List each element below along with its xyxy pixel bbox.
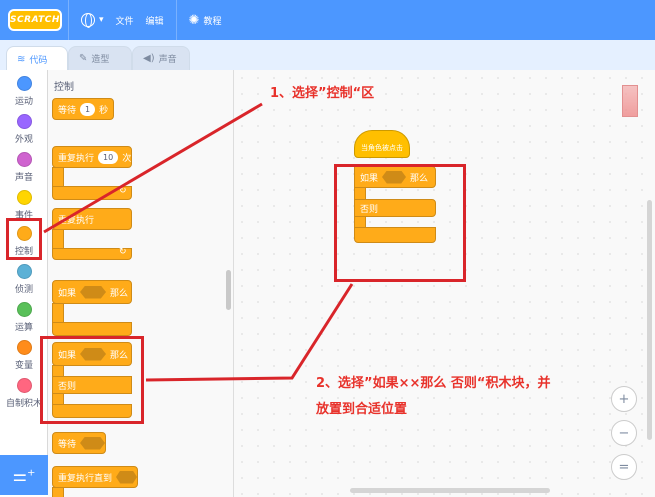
annotation-note-1: 1、选择”控制“区 xyxy=(270,86,375,101)
annotation-arrows xyxy=(43,102,354,382)
annotation-line-2 xyxy=(145,283,354,382)
annotation-note-2-line-1: 2、选择”如果××那么 否则“积木块，并 xyxy=(316,376,551,391)
annotation-line-1 xyxy=(43,102,263,234)
annotation-note-2-line-2: 放置到合适位置 xyxy=(316,402,408,417)
